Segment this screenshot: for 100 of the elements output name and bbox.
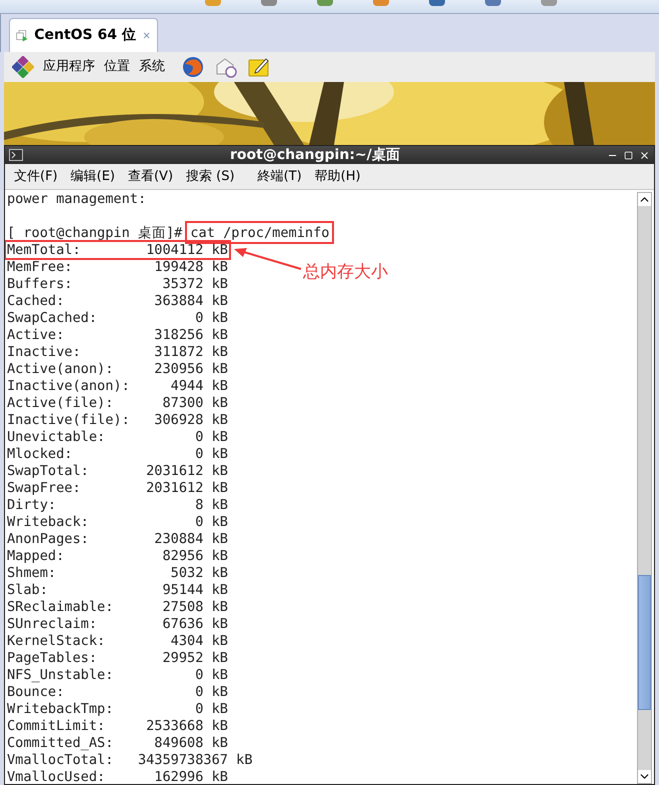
field-value: 311872 [153, 344, 204, 361]
field-unit: kB [212, 769, 228, 784]
field-unit: kB [212, 378, 228, 395]
shell-prompt: [ root@changpin 桌面]# [7, 225, 182, 242]
menu-item[interactable]: 文件(F) [14, 166, 58, 186]
browser-icon[interactable] [182, 56, 204, 78]
field-name: Writeback: [7, 514, 90, 531]
panel-menu[interactable]: 系统 [139, 57, 165, 77]
field-unit: kB [212, 531, 228, 548]
field-value: 1004112 [145, 242, 204, 259]
field-name: Inactive(anon): [7, 378, 131, 395]
field-name: Unevictable: [7, 429, 106, 446]
field-name: VmallocTotal: [7, 752, 114, 769]
terminal-icon [9, 149, 23, 161]
menu-item[interactable]: 搜索 (S) [186, 166, 235, 186]
field-unit: kB [212, 344, 228, 361]
field-value: 0 [194, 514, 204, 531]
field-unit: kB [212, 497, 228, 514]
field-name: Mlocked: [7, 446, 74, 463]
field-unit: kB [212, 480, 228, 497]
field-value: 8 [194, 497, 204, 514]
field-value: 95144 [161, 582, 204, 599]
field-value: 0 [194, 684, 204, 701]
panel-menu[interactable]: 应用程序 [43, 57, 95, 77]
menu-item[interactable]: 编辑(E) [70, 166, 115, 186]
field-value: 363884 [153, 293, 204, 310]
field-name: Dirty: [7, 497, 58, 514]
menu-item[interactable]: 帮助(H) [314, 166, 361, 186]
field-name: SwapCached: [7, 310, 98, 327]
field-name: SReclaimable: [7, 599, 114, 616]
flower-icon[interactable] [12, 56, 34, 78]
field-unit: kB [212, 650, 228, 667]
field-value: 306928 [153, 412, 204, 429]
menu-item[interactable]: 終端(T) [258, 166, 302, 186]
field-name: Inactive: [7, 344, 82, 361]
field-name: Active(anon): [7, 361, 114, 378]
field-unit: kB [212, 429, 228, 446]
maximize-icon[interactable] [624, 150, 633, 160]
field-unit: kB [212, 327, 228, 344]
field-unit: kB [212, 718, 228, 735]
field-name: Committed_AS: [7, 735, 114, 752]
field-name: SwapFree: [7, 480, 82, 497]
field-name: KernelStack: [7, 633, 106, 650]
field-value: 2533668 [145, 718, 204, 735]
field-name: VmallocUsed: [7, 769, 106, 784]
field-name: Slab: [7, 582, 49, 599]
field-value: 34359738367 [138, 752, 228, 769]
field-unit: kB [212, 395, 228, 412]
field-value: 27508 [161, 599, 204, 616]
field-value: 2031612 [145, 480, 204, 497]
field-unit: kB [212, 293, 228, 310]
scrollbar[interactable] [637, 192, 652, 784]
field-value: 199428 [153, 259, 204, 276]
field-unit: kB [212, 548, 228, 565]
field-name: NFS_Unstable: [7, 667, 114, 684]
field-value: 162996 [153, 769, 204, 784]
field-value: 5032 [170, 565, 204, 582]
field-unit: kB [212, 463, 228, 480]
field-value: 230884 [153, 531, 204, 548]
field-unit: kB [212, 259, 228, 276]
field-name: Inactive(file): [7, 412, 131, 429]
field-value: 67636 [161, 616, 204, 633]
field-name: Buffers: [7, 276, 74, 293]
annotation-arrow [233, 245, 303, 271]
field-value: 849608 [153, 735, 204, 752]
annotation-label: 总内存大小 [303, 261, 388, 284]
field-value: 87300 [161, 395, 204, 412]
panel-menu[interactable]: 位置 [104, 57, 130, 77]
field-name: Bounce: [7, 684, 66, 701]
tab-title: CentOS 64 位 [34, 26, 136, 45]
field-unit: kB [212, 361, 228, 378]
terminal-line: power management: [7, 191, 146, 208]
field-name: Active: [7, 327, 66, 344]
field-unit: kB [212, 735, 228, 752]
field-unit: kB [236, 752, 253, 769]
field-value: 2031612 [145, 463, 204, 480]
field-name: WritebackTmp: [7, 701, 114, 718]
note-icon[interactable] [248, 57, 270, 77]
scroll-thumb[interactable] [638, 575, 651, 710]
vm-tab[interactable]: CentOS 64 位 [9, 18, 158, 52]
field-name: Active(file): [7, 395, 114, 412]
field-name: AnonPages: [7, 531, 90, 548]
field-unit: kB [212, 701, 228, 718]
field-unit: kB [212, 565, 228, 582]
window-title: root@changpin:~/桌面 [230, 146, 400, 164]
field-value: 0 [194, 701, 204, 718]
close-icon[interactable] [639, 150, 650, 160]
field-value: 0 [194, 310, 204, 327]
field-name: Mapped: [7, 548, 66, 565]
field-value: 0 [194, 446, 204, 463]
scroll-down-icon[interactable] [638, 770, 651, 783]
field-name: SUnreclaim: [7, 616, 98, 633]
field-name: PageTables: [7, 650, 98, 667]
scroll-up-icon[interactable] [638, 193, 651, 206]
menu-item[interactable]: 查看(V) [128, 166, 174, 186]
field-unit: kB [212, 667, 228, 684]
field-unit: kB [212, 599, 228, 616]
field-unit: kB [212, 633, 228, 650]
field-name: CommitLimit: [7, 718, 106, 735]
field-unit: kB [212, 616, 228, 633]
